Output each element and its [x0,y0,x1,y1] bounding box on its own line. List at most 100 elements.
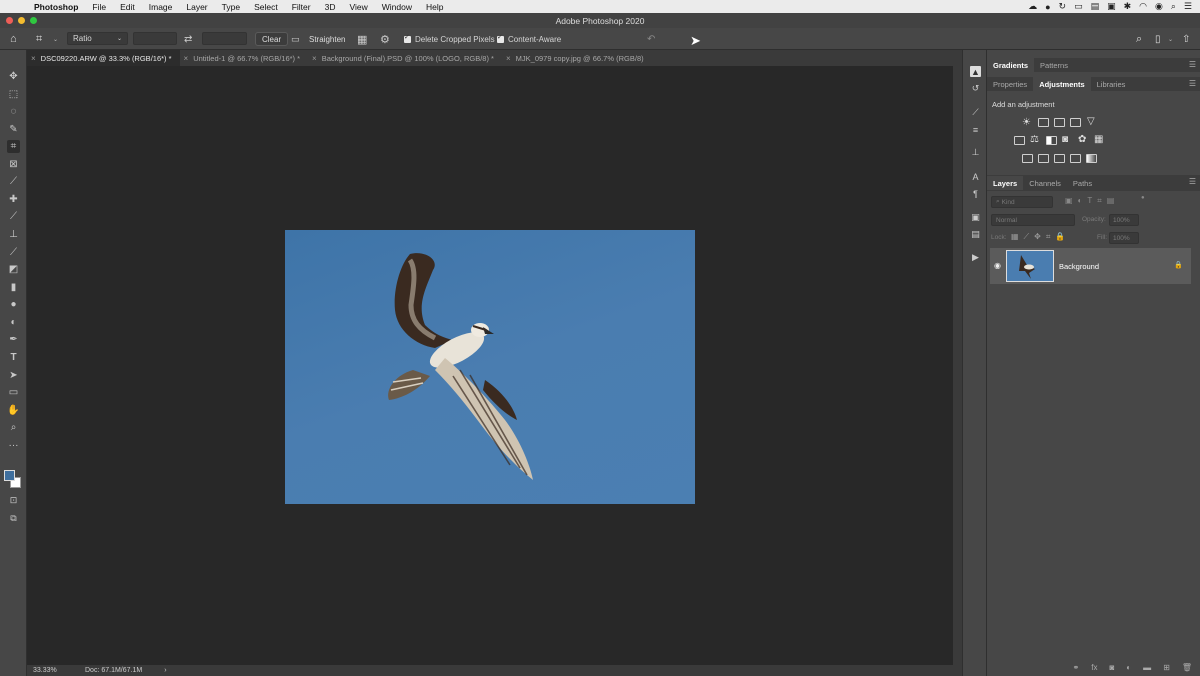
photo-filter-icon[interactable]: ◙ [1062,134,1068,145]
eyedropper-tool-icon[interactable]: ⟋ [7,175,20,188]
tab-gradients[interactable]: Gradients [987,58,1035,72]
document-tab[interactable]: × DSC09220.ARW @ 33.3% (RGB/16*) * [27,50,180,66]
new-group-icon[interactable]: ▬ [1143,663,1151,672]
close-tab-icon[interactable]: × [312,54,317,63]
color-lookup-icon[interactable]: ▦ [1094,134,1103,145]
more-tools-icon[interactable]: ··· [7,439,20,452]
play-actions-icon[interactable]: ▶ [970,252,981,263]
channel-mixer-icon[interactable]: ✿ [1078,134,1086,145]
properties-sliders-icon[interactable]: ≡ [970,124,981,135]
character-icon[interactable]: A [970,171,981,182]
panel-menu-icon[interactable]: ☰ [1189,177,1196,186]
tab-paths[interactable]: Paths [1067,176,1098,190]
ratio-height-input[interactable] [202,32,247,45]
gradient-tool-icon[interactable]: ▮ [7,281,20,294]
tab-patterns[interactable]: Patterns [1034,58,1074,72]
document-tab[interactable]: × Untitled-1 @ 66.7% (RGB/16*) * [180,50,309,66]
brightness-icon[interactable]: ☀ [1022,117,1031,128]
menu-app-name[interactable]: Photoshop [34,2,78,12]
swap-icon[interactable]: ⇄ [184,32,192,46]
share-icon[interactable]: ⇧ [1182,32,1190,46]
menu-filter[interactable]: Filter [292,2,311,12]
clone-source-icon[interactable]: ⊥ [970,147,981,158]
eraser-tool-icon[interactable]: ◩ [7,263,20,276]
tab-libraries[interactable]: Libraries [1091,77,1132,91]
screen-icon[interactable]: ▭ [1074,1,1083,12]
document-tab[interactable]: × MJK_0979 copy.jpg @ 66.7% (RGB/8) [502,50,652,66]
adjustment-layer-icon[interactable]: ◐ [1126,663,1131,672]
eye-visibility-icon[interactable]: ◉ [994,261,1001,270]
zoom-window-button[interactable] [30,17,37,24]
learn-icon[interactable]: ▲ [970,66,981,77]
menu-select[interactable]: Select [254,2,278,12]
user-icon[interactable]: ◉ [1155,1,1163,12]
wifi-icon[interactable]: ◠ [1139,1,1147,12]
threshold-icon[interactable] [1054,154,1065,163]
marquee-tool-icon[interactable]: ⬚ [7,88,20,101]
layer-kind-filter[interactable]: ⌕ Kind [991,196,1053,208]
creative-cloud-icon[interactable]: ☁ [1028,1,1037,12]
filter-toggle-icon[interactable]: ● [1141,195,1145,201]
libraries-icon[interactable]: ▣ [970,212,981,223]
clone-stamp-tool-icon[interactable]: ⊥ [7,228,20,241]
add-mask-icon[interactable]: ◙ [1109,663,1114,672]
chevron-down-icon[interactable]: ⌄ [53,32,58,46]
exposure-icon[interactable] [1070,118,1081,127]
tab-channels[interactable]: Channels [1023,176,1067,190]
foreground-color-swatch[interactable] [4,470,15,481]
display-icon[interactable]: ▣ [1107,1,1116,12]
paragraph-icon[interactable]: ¶ [970,188,981,199]
menu-view[interactable]: View [349,2,367,12]
ratio-width-input[interactable] [133,32,177,45]
close-tab-icon[interactable]: × [31,54,36,63]
hand-tool-icon[interactable]: ✋ [7,404,20,417]
hue-saturation-icon[interactable] [1014,136,1025,145]
list-icon[interactable]: ☰ [1184,1,1192,12]
menu-edit[interactable]: Edit [120,2,135,12]
gradient-map-icon[interactable] [1086,154,1097,163]
healing-brush-tool-icon[interactable]: ✚ [7,193,20,206]
selective-color-icon[interactable] [1070,154,1081,163]
opacity-input[interactable]: 100% [1109,214,1139,226]
link-layers-icon[interactable]: ⚭ [1073,663,1080,672]
type-tool-icon[interactable]: T [7,351,20,364]
content-aware-checkbox[interactable]: Content-Aware [497,32,561,46]
curves-icon[interactable] [1054,118,1065,127]
drop-icon[interactable]: ● [1045,2,1050,12]
new-layer-icon[interactable]: ⊞ [1163,663,1170,672]
chevron-down-icon[interactable]: ⌄ [1168,32,1173,46]
layer-style-fx-icon[interactable]: fx [1091,663,1097,672]
document-tab[interactable]: × Background (Final).PSD @ 100% (LOGO, R… [308,50,502,66]
panel-menu-icon[interactable]: ☰ [1189,60,1196,69]
levels-icon[interactable] [1038,118,1049,127]
move-tool-icon[interactable]: ✥ [7,70,20,83]
overlay-grid-icon[interactable]: ▦ [357,32,367,46]
pen-tool-icon[interactable]: ✒ [7,333,20,346]
menu-layer[interactable]: Layer [186,2,207,12]
home-icon[interactable]: ⌂ [10,32,17,46]
close-tab-icon[interactable]: × [184,54,189,63]
menu-window[interactable]: Window [382,2,412,12]
panel-menu-icon[interactable]: ☰ [1189,79,1196,88]
bluetooth-icon[interactable]: ✱ [1124,1,1132,12]
blend-mode-select[interactable]: Normal [991,214,1075,226]
search-icon[interactable]: ⌕ [1136,32,1142,46]
gear-icon[interactable]: ⚙ [380,32,390,46]
canvas-area[interactable] [27,66,953,665]
workspace-icon[interactable]: ▯ [1155,32,1161,46]
spotlight-icon[interactable]: ⌕ [1171,1,1176,12]
menu-type[interactable]: Type [222,2,240,12]
frame-tool-icon[interactable]: ⊠ [7,158,20,171]
status-menu-arrow[interactable]: › [164,667,166,674]
menu-image[interactable]: Image [149,2,173,12]
lock-options-icons[interactable]: ▦⟋✥⌗🔒 [1011,232,1070,242]
crop-tool-preset-icon[interactable]: ⌗ [36,32,42,46]
invert-icon[interactable] [1022,154,1033,163]
screen-mode-icon[interactable]: ⧉ [7,512,20,525]
ratio-select[interactable]: Ratio ⌄ [67,32,128,45]
dodge-tool-icon[interactable]: ◐ [7,316,20,329]
menu-help[interactable]: Help [426,2,443,12]
sync-icon[interactable]: ↻ [1059,1,1067,12]
layer-filter-icons[interactable]: ▣◐T⌗▤ [1065,196,1119,206]
layer-row[interactable]: ◉ Background 🔒 [990,248,1191,284]
